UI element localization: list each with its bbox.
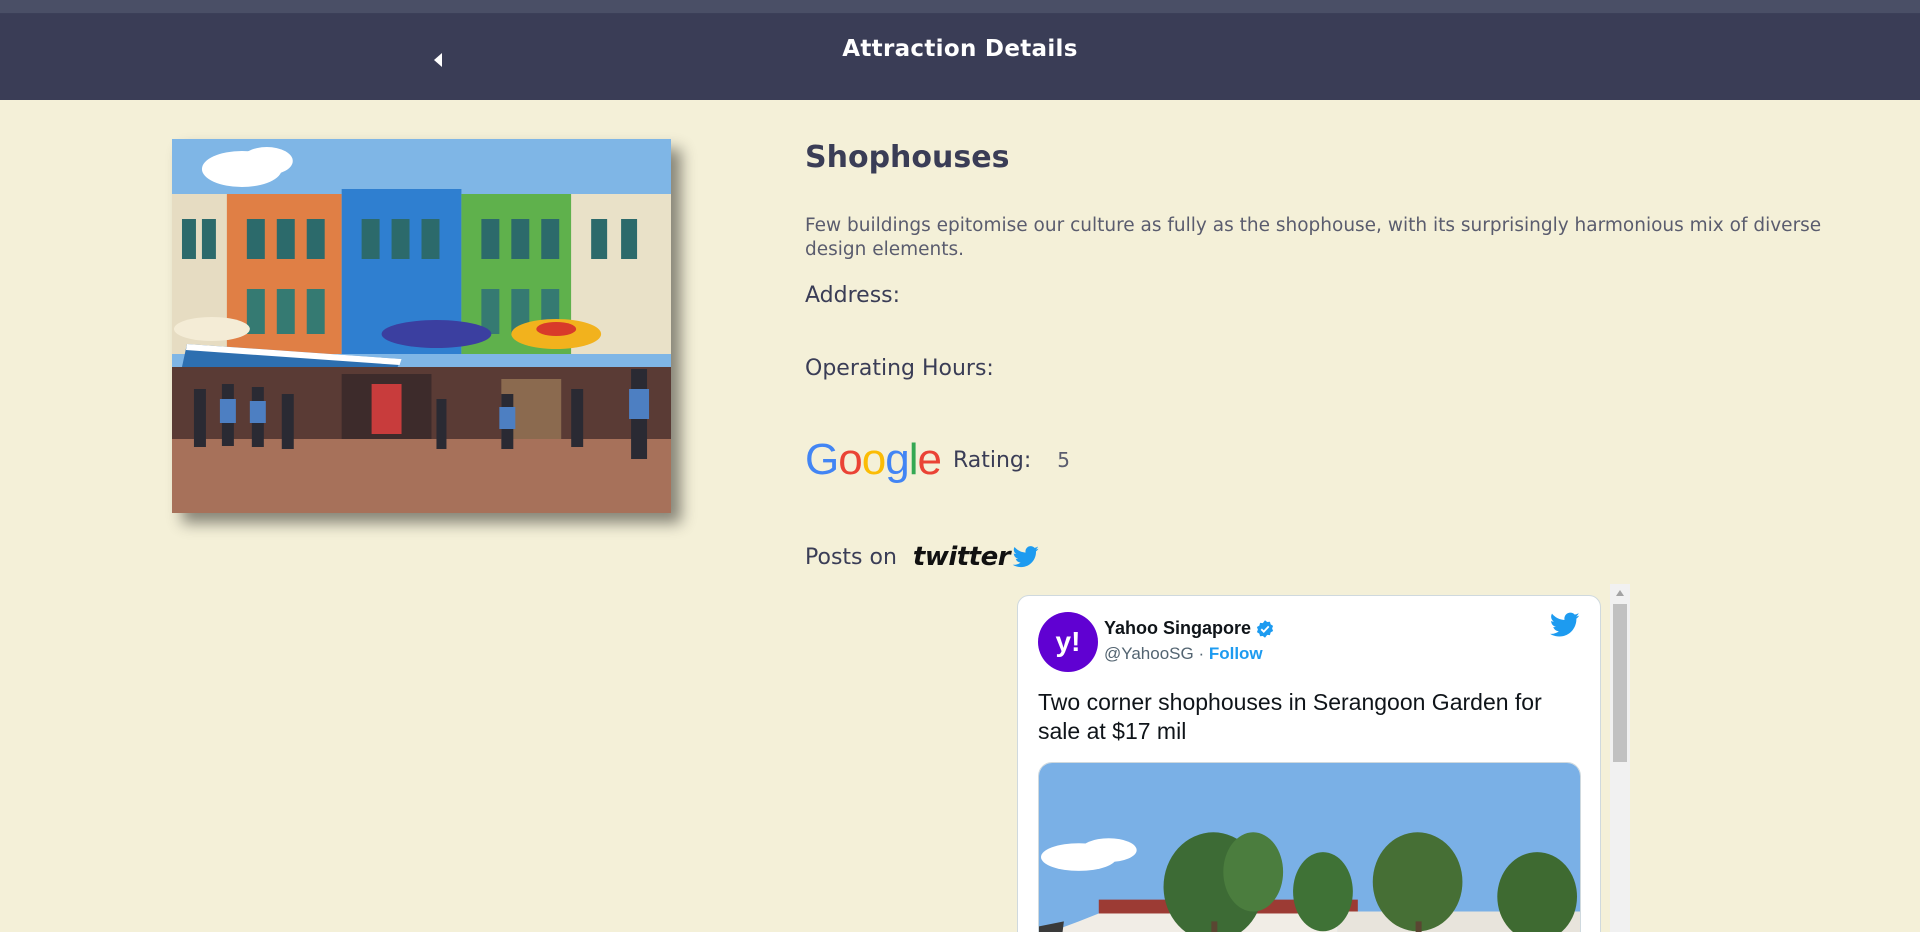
- google-logo-letter: e: [917, 435, 942, 484]
- account-handle[interactable]: @YahooSG: [1104, 644, 1194, 663]
- attraction-name: Shophouses: [805, 140, 1010, 175]
- rating-value: 5: [1057, 448, 1071, 472]
- embedded-tweet[interactable]: y! Yahoo Singapore @YahooSG · Follow Two…: [1017, 595, 1601, 932]
- follow-button[interactable]: Follow: [1209, 644, 1263, 663]
- posts-on-twitter-row: Posts on twitter: [805, 540, 1040, 574]
- rating-row: Google Rating: 5: [805, 436, 1070, 484]
- google-logo-letter: o: [861, 435, 887, 484]
- address-label: Address:: [805, 283, 901, 308]
- account-avatar[interactable]: y!: [1038, 612, 1098, 672]
- tweet-text: Two corner shophouses in Serangoon Garde…: [1038, 689, 1542, 744]
- attraction-description: Few buildings epitomise our culture as f…: [805, 215, 1822, 260]
- account-name-text: Yahoo Singapore: [1104, 618, 1252, 638]
- google-logo: Google: [805, 435, 942, 484]
- twitter-logo: twitter: [913, 542, 1040, 572]
- tweet-image[interactable]: [1038, 762, 1581, 932]
- twitter-bird-icon: [1012, 546, 1039, 568]
- twitter-wordmark-text: twitter: [912, 542, 1011, 572]
- rating-label: Rating:: [952, 447, 1032, 473]
- scroll-up-button[interactable]: [1610, 584, 1630, 602]
- window-top-strip: [0, 0, 1920, 14]
- page-title: Attraction Details: [842, 36, 1078, 62]
- twitter-bird-icon[interactable]: [1550, 612, 1580, 638]
- google-logo-letter: o: [838, 435, 863, 484]
- caret-up-icon: [1616, 590, 1624, 596]
- tweet-scrollbar[interactable]: [1610, 584, 1630, 932]
- google-logo-letter: g: [885, 435, 910, 484]
- verified-badge-icon: [1256, 619, 1274, 638]
- operating-hours-label: Operating Hours:: [805, 356, 994, 381]
- account-name[interactable]: Yahoo Singapore: [1104, 618, 1275, 639]
- account-handle-row: @YahooSG · Follow: [1104, 644, 1263, 664]
- app-header: Attraction Details: [0, 14, 1920, 100]
- scrollbar-thumb[interactable]: [1613, 604, 1627, 762]
- posts-label: Posts on: [805, 544, 897, 570]
- handle-separator: ·: [1193, 644, 1209, 663]
- google-logo-letter: G: [805, 435, 839, 484]
- attraction-photo: [172, 139, 671, 513]
